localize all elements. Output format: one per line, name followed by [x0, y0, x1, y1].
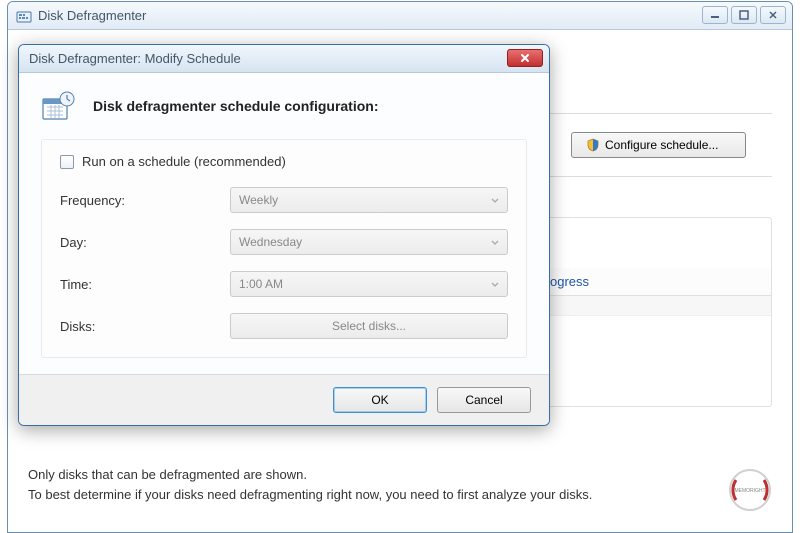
chevron-down-icon	[491, 235, 499, 249]
maximize-button[interactable]	[731, 6, 757, 24]
time-row: Time: 1:00 AM	[60, 271, 508, 297]
modify-schedule-dialog: Disk Defragmenter: Modify Schedule	[18, 44, 550, 426]
shield-icon	[586, 138, 600, 152]
modal-titlebar: Disk Defragmenter: Modify Schedule	[19, 45, 549, 73]
day-value: Wednesday	[239, 235, 302, 249]
select-disks-button[interactable]: Select disks...	[230, 313, 508, 339]
time-label: Time:	[60, 277, 230, 292]
calendar-clock-icon	[41, 91, 77, 121]
footer-text: Only disks that can be defragmented are …	[28, 465, 592, 504]
run-on-schedule-label: Run on a schedule (recommended)	[82, 154, 286, 169]
ok-button[interactable]: OK	[333, 387, 427, 413]
footer-line-2: To best determine if your disks need def…	[28, 485, 592, 505]
chevron-down-icon	[491, 277, 499, 291]
schedule-checkbox-row: Run on a schedule (recommended)	[60, 154, 508, 169]
frequency-value: Weekly	[239, 193, 278, 207]
time-dropdown[interactable]: 1:00 AM	[230, 271, 508, 297]
modal-heading: Disk defragmenter schedule configuration…	[93, 98, 379, 114]
frequency-dropdown[interactable]: Weekly	[230, 187, 508, 213]
day-row: Day: Wednesday	[60, 229, 508, 255]
time-value: 1:00 AM	[239, 277, 283, 291]
chevron-down-icon	[491, 193, 499, 207]
cancel-button[interactable]: Cancel	[437, 387, 531, 413]
modal-header-row: Disk defragmenter schedule configuration…	[41, 91, 527, 121]
footer-line-1: Only disks that can be defragmented are …	[28, 465, 592, 485]
configure-schedule-label: Configure schedule...	[605, 138, 718, 152]
close-button-parent[interactable]	[760, 6, 786, 24]
frequency-row: Frequency: Weekly	[60, 187, 508, 213]
run-on-schedule-checkbox[interactable]	[60, 155, 74, 169]
parent-window-title: Disk Defragmenter	[38, 8, 146, 23]
form-panel: Run on a schedule (recommended) Frequenc…	[41, 139, 527, 358]
minimize-button[interactable]	[702, 6, 728, 24]
window-controls	[702, 6, 786, 24]
modal-body: Disk defragmenter schedule configuration…	[19, 73, 549, 374]
svg-text:MEMORIGHT: MEMORIGHT	[734, 488, 765, 494]
modal-footer: OK Cancel	[19, 374, 549, 425]
defragmenter-app-icon	[16, 8, 32, 24]
modal-title: Disk Defragmenter: Modify Schedule	[29, 51, 241, 66]
memoright-watermark: MEMORIGHT	[726, 466, 774, 514]
frequency-label: Frequency:	[60, 193, 230, 208]
disks-label: Disks:	[60, 319, 230, 334]
configure-schedule-button[interactable]: Configure schedule...	[571, 132, 746, 158]
day-label: Day:	[60, 235, 230, 250]
close-button[interactable]	[507, 49, 543, 67]
day-dropdown[interactable]: Wednesday	[230, 229, 508, 255]
disks-row: Disks: Select disks...	[60, 313, 508, 339]
parent-titlebar: Disk Defragmenter	[8, 2, 792, 30]
